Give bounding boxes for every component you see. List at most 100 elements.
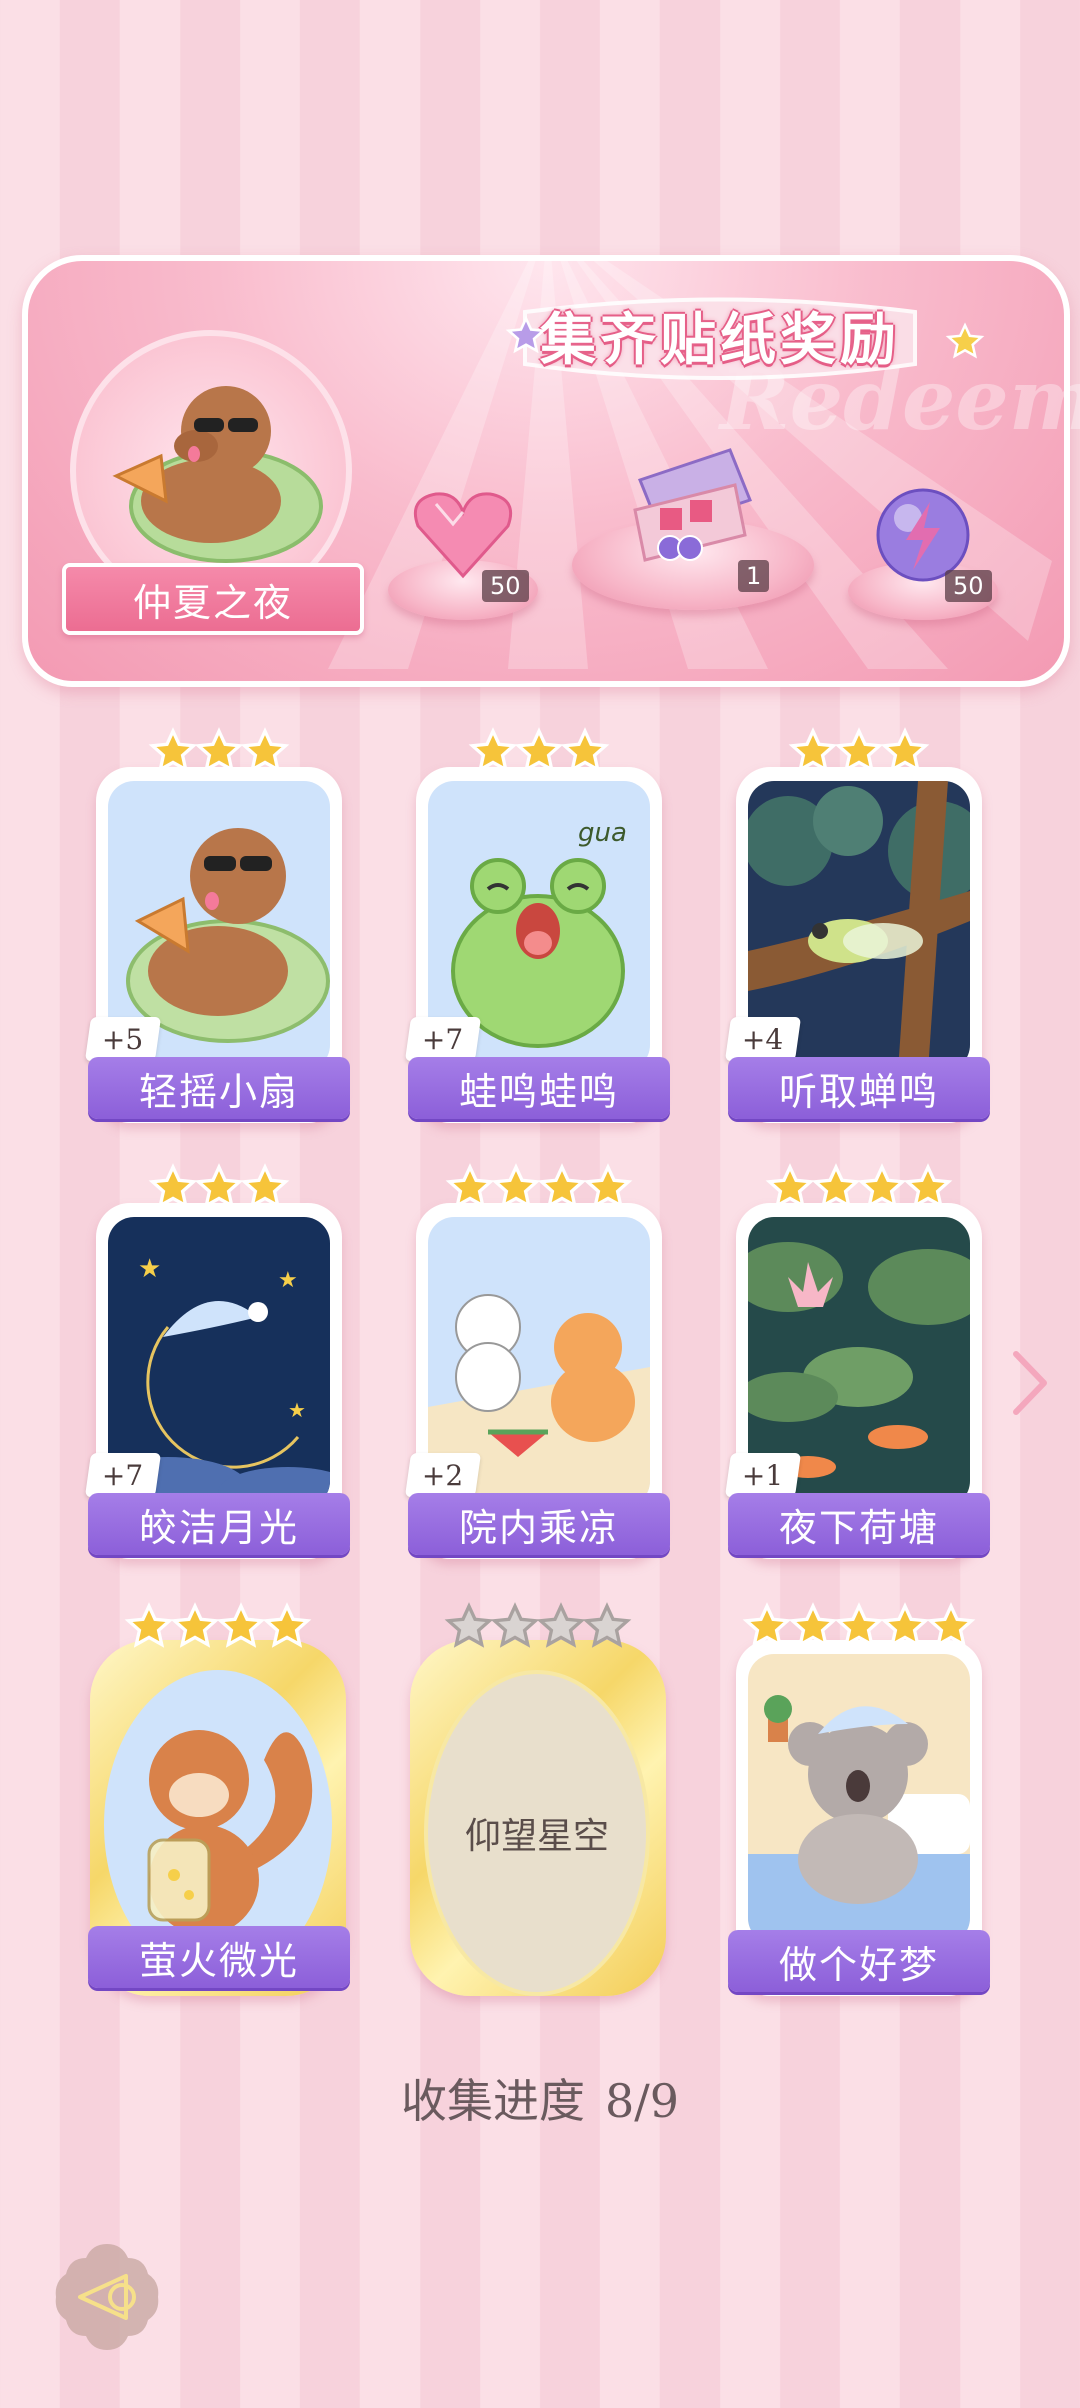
star-rating (734, 1602, 984, 1652)
star-icon (216, 1602, 266, 1648)
progress-value: 8/9 (604, 2074, 680, 2128)
bonus-badge: +5 (84, 1017, 162, 1061)
frog-caption: gua (578, 818, 627, 848)
star-icon (514, 727, 564, 773)
reward-count-1: 50 (482, 570, 529, 602)
star-icon (194, 727, 244, 773)
back-button[interactable] (50, 2240, 164, 2354)
bonus-badge: +4 (724, 1017, 802, 1061)
card-name: 轻摇小扇 (138, 1069, 299, 1114)
card-label: 皎洁月光 (88, 1493, 350, 1555)
pink-heart-gem-icon[interactable] (408, 484, 518, 584)
bonus-text: +2 (422, 1458, 464, 1492)
star-icon (124, 1602, 174, 1648)
bonus-badge: +2 (404, 1453, 482, 1497)
card-label: 夜下荷塘 (728, 1493, 990, 1555)
star-icon (880, 1602, 930, 1648)
reward-count-3: 50 (945, 570, 992, 602)
star-icon (262, 1602, 312, 1648)
star-rating (464, 727, 614, 777)
sticker-card-9[interactable]: 做个好梦 (728, 1640, 990, 1996)
sticker-card-1[interactable]: +5 轻摇小扇 (84, 767, 350, 1123)
empty-star-icon (536, 1602, 586, 1648)
star-icon (765, 1163, 815, 1209)
star-icon (148, 1163, 198, 1209)
card-name: 皎洁月光 (138, 1505, 299, 1550)
star-icon (148, 727, 198, 773)
card-label: 蛙鸣蛙鸣 (408, 1057, 670, 1119)
star-icon (811, 1163, 861, 1209)
card-label: 做个好梦 (728, 1930, 990, 1992)
event-name-ribbon: 仲夏之夜 (62, 563, 364, 635)
star-icon (468, 727, 518, 773)
bonus-text: +7 (422, 1022, 464, 1056)
sticker-card-2[interactable]: gua +7 蛙鸣蛙鸣 (404, 767, 670, 1123)
bonus-badge: +7 (84, 1453, 162, 1497)
gold-star-icon (945, 322, 985, 359)
sticker-card-7[interactable]: 萤火微光 (88, 1640, 350, 1996)
next-page-arrow-icon[interactable] (1010, 1348, 1050, 1418)
bonus-text: +4 (742, 1022, 784, 1056)
koala-sleep-icon (748, 1695, 970, 1944)
sticker-card-3[interactable]: +4 听取蝉鸣 (724, 767, 990, 1123)
gift-box-icon[interactable] (620, 440, 760, 570)
bonus-text: +5 (102, 1022, 144, 1056)
reward-count-2: 1 (738, 560, 770, 592)
star-rating (759, 1163, 959, 1213)
card-name: 萤火微光 (138, 1938, 299, 1983)
card-label: 听取蝉鸣 (728, 1057, 990, 1119)
card-name: 仰望星空 (464, 1816, 609, 1857)
card-name: 院内乘凉 (458, 1505, 619, 1550)
empty-star-icon (444, 1602, 494, 1648)
sticker-card-8-locked[interactable]: 仰望星空 (410, 1640, 666, 1996)
card-name: 夜下荷塘 (778, 1505, 939, 1550)
card-illustration (748, 1654, 970, 1944)
star-icon (788, 727, 838, 773)
bonus-badge: +1 (724, 1453, 802, 1497)
star-rating (438, 1602, 638, 1652)
bonus-badge: +7 (404, 1017, 482, 1061)
card-label: 萤火微光 (88, 1926, 350, 1988)
sticker-card-6[interactable]: +1 夜下荷塘 (724, 1203, 990, 1559)
banner-title-wrap: 集齐贴纸奖励 (500, 290, 940, 380)
star-icon (926, 1602, 976, 1648)
star-icon (834, 727, 884, 773)
star-rating (118, 1602, 318, 1652)
star-icon (857, 1163, 907, 1209)
sticker-card-4[interactable]: ★ ★ ★ +7 皎洁月光 (84, 1203, 350, 1559)
card-label: 轻摇小扇 (88, 1057, 350, 1119)
star-rating (144, 727, 294, 777)
sticker-card-5[interactable]: +2 院内乘凉 (404, 1203, 670, 1559)
star-rating (784, 727, 934, 777)
card-name: 听取蝉鸣 (778, 1069, 939, 1114)
star-rating (439, 1163, 639, 1213)
card-name: 做个好梦 (778, 1942, 939, 1987)
star-icon (194, 1163, 244, 1209)
star-icon (834, 1602, 884, 1648)
collection-progress: 收集进度 8/9 (0, 2065, 1080, 2131)
svg-text:★: ★ (278, 1268, 298, 1293)
card-label: 院内乘凉 (408, 1493, 670, 1555)
svg-text:★: ★ (138, 1254, 161, 1284)
bonus-text: +7 (102, 1458, 144, 1492)
star-icon (240, 727, 290, 773)
progress-label: 收集进度 (400, 2074, 585, 2128)
star-icon (742, 1602, 792, 1648)
empty-star-icon (582, 1602, 632, 1648)
star-rating (144, 1163, 294, 1213)
star-icon (560, 727, 610, 773)
locked-placeholder: 仰望星空 (424, 1670, 650, 1996)
banner-title: 集齐贴纸奖励 (540, 306, 900, 373)
star-icon (491, 1163, 541, 1209)
svg-text:★: ★ (288, 1398, 306, 1422)
purple-star-icon (505, 315, 547, 354)
star-icon (445, 1163, 495, 1209)
star-icon (903, 1163, 953, 1209)
star-icon (170, 1602, 220, 1648)
card-name: 蛙鸣蛙鸣 (458, 1069, 619, 1114)
star-icon (240, 1163, 290, 1209)
event-name: 仲夏之夜 (132, 580, 293, 625)
star-icon (537, 1163, 587, 1209)
empty-star-icon (490, 1602, 540, 1648)
star-icon (583, 1163, 633, 1209)
